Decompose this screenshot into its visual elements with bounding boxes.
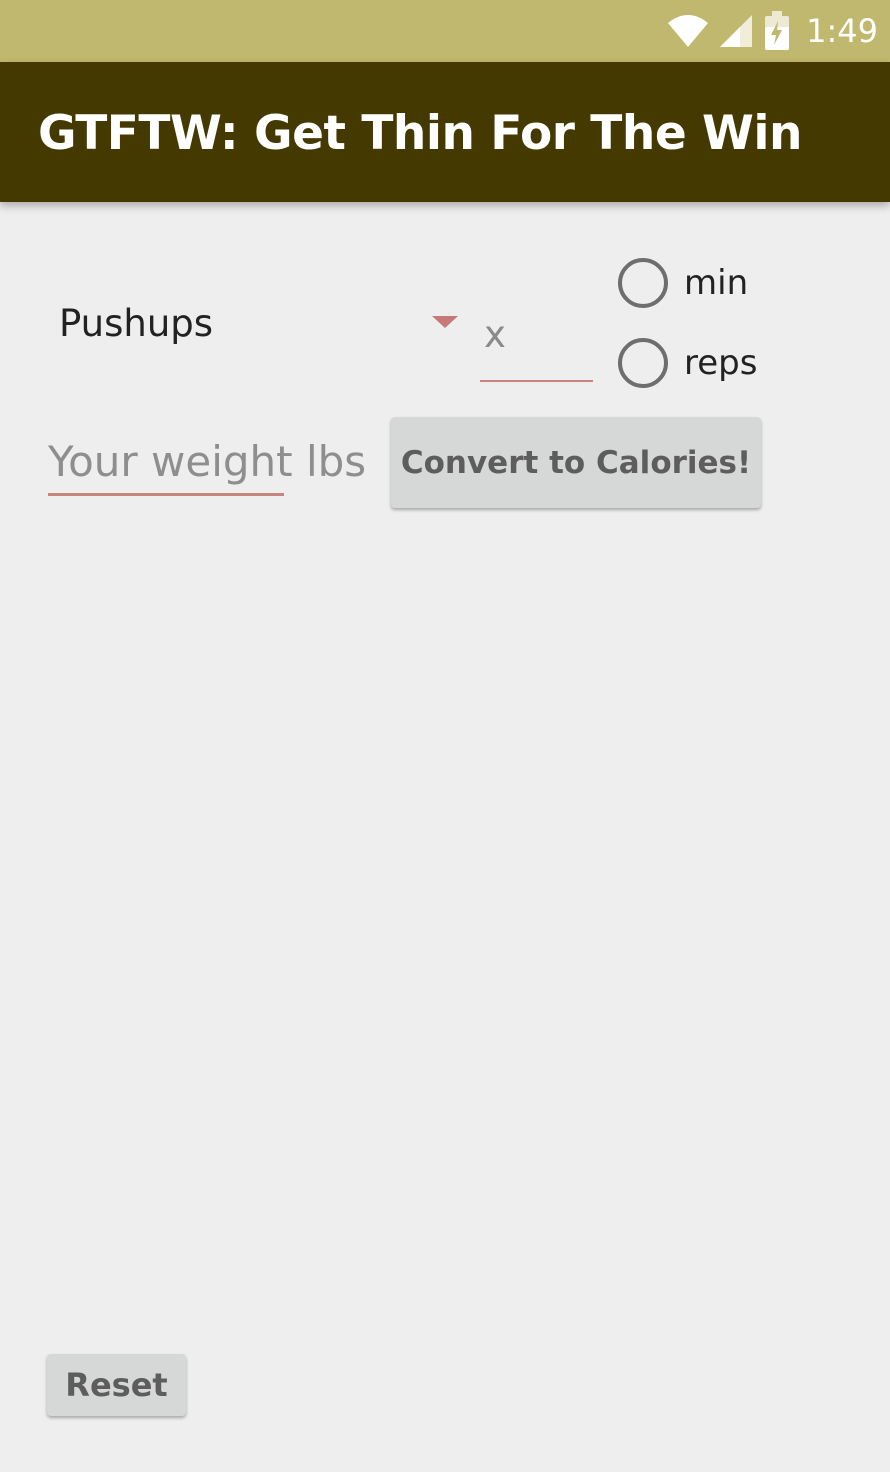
dropdown-arrow-icon	[432, 316, 458, 328]
battery-charging-icon	[765, 11, 790, 50]
exercise-spinner-value: Pushups	[59, 302, 214, 345]
radio-min-label: min	[684, 263, 749, 303]
radio-reps-circle[interactable]	[618, 338, 668, 388]
radio-reps-label: reps	[684, 343, 758, 383]
app-bar: GTFTW: Get Thin For The Win	[0, 62, 890, 202]
amount-field[interactable]	[480, 288, 593, 382]
radio-reps[interactable]: reps	[618, 338, 757, 388]
reset-button[interactable]: Reset	[47, 1354, 186, 1416]
status-time: 1:49	[806, 12, 878, 50]
status-bar: 1:49	[0, 0, 890, 62]
amount-input[interactable]	[480, 288, 593, 380]
app-title: GTFTW: Get Thin For The Win	[38, 106, 802, 161]
main-content: Pushups min reps Convert to Calories! Re…	[0, 202, 890, 1472]
status-icons: 1:49	[666, 0, 878, 62]
weight-input[interactable]	[48, 430, 388, 492]
radio-min[interactable]: min	[618, 258, 748, 308]
exercise-spinner[interactable]: Pushups	[48, 292, 468, 356]
weight-field[interactable]	[48, 430, 388, 496]
convert-to-calories-button[interactable]: Convert to Calories!	[391, 417, 761, 508]
radio-min-circle[interactable]	[618, 258, 668, 308]
signal-icon	[720, 15, 753, 47]
wifi-icon	[668, 15, 709, 47]
